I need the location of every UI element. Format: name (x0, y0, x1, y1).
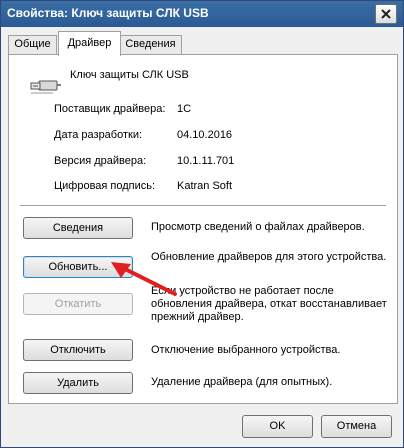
disable-device-button[interactable]: Отключить (23, 339, 133, 361)
red-arrow-annotation (111, 262, 177, 296)
uninstall-driver-description: Удаление драйвера (для опытных). (151, 376, 333, 388)
title-bar[interactable]: Свойства: Ключ защиты СЛК USB (1, 1, 403, 27)
driver-version-label: Версия драйвера: (54, 155, 147, 167)
driver-version-value: 10.1.11.701 (177, 155, 235, 167)
roll-back-driver-description: Если устройство не работает после обновл… (151, 285, 387, 323)
tab-details[interactable]: Сведения (119, 35, 182, 54)
update-driver-description: Обновление драйверов для этого устройств… (151, 251, 387, 263)
driver-provider-value: 1С (177, 103, 192, 115)
properties-dialog: Свойства: Ключ защиты СЛК USB Общие Драй… (0, 0, 404, 448)
usb-plug-icon (30, 80, 61, 94)
uninstall-driver-button[interactable]: Удалить (23, 372, 133, 394)
close-icon (381, 9, 391, 19)
tab-general[interactable]: Общие (8, 35, 57, 54)
tab-strip: Общие Драйвер Сведения (8, 31, 398, 56)
driver-provider-label: Поставщик драйвера: (54, 103, 166, 115)
close-button[interactable] (375, 4, 397, 24)
tab-driver[interactable]: Драйвер (58, 31, 121, 56)
ok-button[interactable]: OK (242, 415, 313, 438)
driver-details-description: Просмотр сведений о файлах драйверов. (151, 221, 365, 233)
driver-tab-panel: Ключ защиты СЛК USB Поставщик драйвера: … (8, 54, 398, 404)
driver-date-label: Дата разработки: (54, 129, 143, 141)
driver-details-button[interactable]: Сведения (23, 217, 133, 239)
device-name: Ключ защиты СЛК USB (70, 69, 189, 81)
digital-signer-value: Katran Soft (177, 180, 233, 192)
driver-date-value: 04.10.2016 (177, 129, 233, 141)
window-title: Свойства: Ключ защиты СЛК USB (7, 6, 209, 20)
digital-signer-label: Цифровая подпись: (54, 180, 156, 192)
cancel-button[interactable]: Отмена (321, 415, 392, 438)
disable-device-description: Отключение выбранного устройства. (151, 344, 341, 356)
section-divider (20, 205, 386, 207)
